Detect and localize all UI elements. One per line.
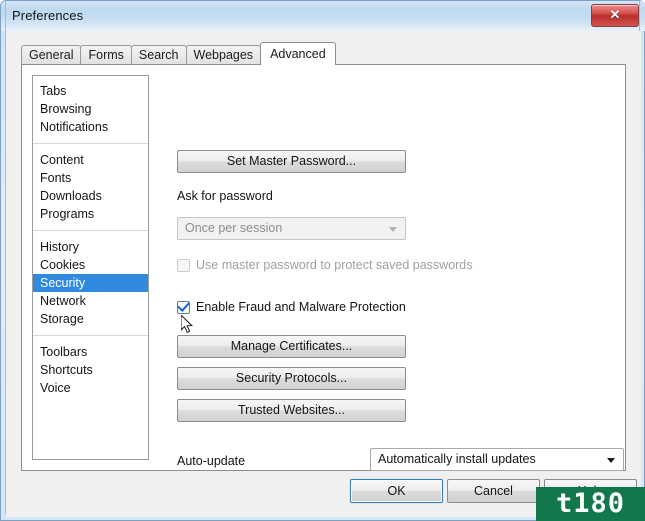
category-group-2: Content Fonts Downloads Programs [33,143,148,223]
sidebar-item-content[interactable]: Content [33,151,148,169]
window-title: Preferences [12,8,84,23]
dialog-body: General Forms Search Webpages Advanced T… [6,31,641,517]
use-master-password-checkbox[interactable] [177,259,190,272]
sidebar-item-storage[interactable]: Storage [33,310,148,328]
category-group-4: Toolbars Shortcuts Voice [33,335,148,397]
cancel-button[interactable]: Cancel [447,479,540,503]
sidebar-item-network[interactable]: Network [33,292,148,310]
site-watermark: t180 [536,487,645,521]
category-group-1: Tabs Browsing Notifications [33,76,148,136]
tab-advanced[interactable]: Advanced [260,42,336,65]
sidebar-item-downloads[interactable]: Downloads [33,187,148,205]
security-settings-pane: Set Master Password... Ask for password … [161,65,625,471]
enable-fraud-protection-checkbox[interactable] [177,299,190,314]
sidebar-item-voice[interactable]: Voice [33,379,148,397]
preferences-window: Preferences ✕ General Forms Search Webpa… [0,0,645,521]
sidebar-item-security[interactable]: Security [33,274,148,292]
auto-update-label: Auto-update [177,454,246,468]
category-listbox[interactable]: Tabs Browsing Notifications Content Font… [32,75,149,460]
sidebar-item-toolbars[interactable]: Toolbars [33,343,148,361]
security-protocols-button[interactable]: Security Protocols... [177,367,406,390]
category-group-3: History Cookies Security Network Storage [33,230,148,328]
tab-webpages[interactable]: Webpages [185,45,262,64]
ask-for-password-label: Ask for password [177,189,273,203]
trusted-websites-button[interactable]: Trusted Websites... [177,399,406,422]
ask-for-password-value: Once per session [185,221,283,235]
sidebar-item-shortcuts[interactable]: Shortcuts [33,361,148,379]
mouse-cursor [181,315,193,334]
checkmark-icon [177,299,190,312]
sidebar-item-browsing[interactable]: Browsing [33,100,148,118]
tab-panel-advanced: Tabs Browsing Notifications Content Font… [21,64,626,471]
sidebar-item-history[interactable]: History [33,238,148,256]
ok-button[interactable]: OK [350,479,443,503]
close-button[interactable]: ✕ [591,4,639,27]
sidebar-item-tabs[interactable]: Tabs [33,82,148,100]
sidebar-item-cookies[interactable]: Cookies [33,256,148,274]
chevron-down-icon [389,227,397,232]
sidebar-item-programs[interactable]: Programs [33,205,148,223]
title-bar: Preferences ✕ [1,1,645,31]
sidebar-item-fonts[interactable]: Fonts [33,169,148,187]
enable-fraud-protection-label: Enable Fraud and Malware Protection [196,300,406,314]
close-icon: ✕ [609,7,621,22]
tab-forms[interactable]: Forms [80,45,132,64]
watermark-text: t180 [555,488,626,519]
set-master-password-button[interactable]: Set Master Password... [177,150,406,173]
auto-update-dropdown[interactable]: Automatically install updates [370,448,624,471]
tab-strip: General Forms Search Webpages Advanced [21,42,336,65]
manage-certificates-button[interactable]: Manage Certificates... [177,335,406,358]
tab-general[interactable]: General [21,45,82,64]
auto-update-value: Automatically install updates [378,452,536,466]
tab-search[interactable]: Search [130,45,187,64]
ask-for-password-dropdown[interactable]: Once per session [177,217,406,240]
use-master-password-label: Use master password to protect saved pas… [196,258,473,272]
chevron-down-icon [607,458,615,463]
sidebar-item-notifications[interactable]: Notifications [33,118,148,136]
